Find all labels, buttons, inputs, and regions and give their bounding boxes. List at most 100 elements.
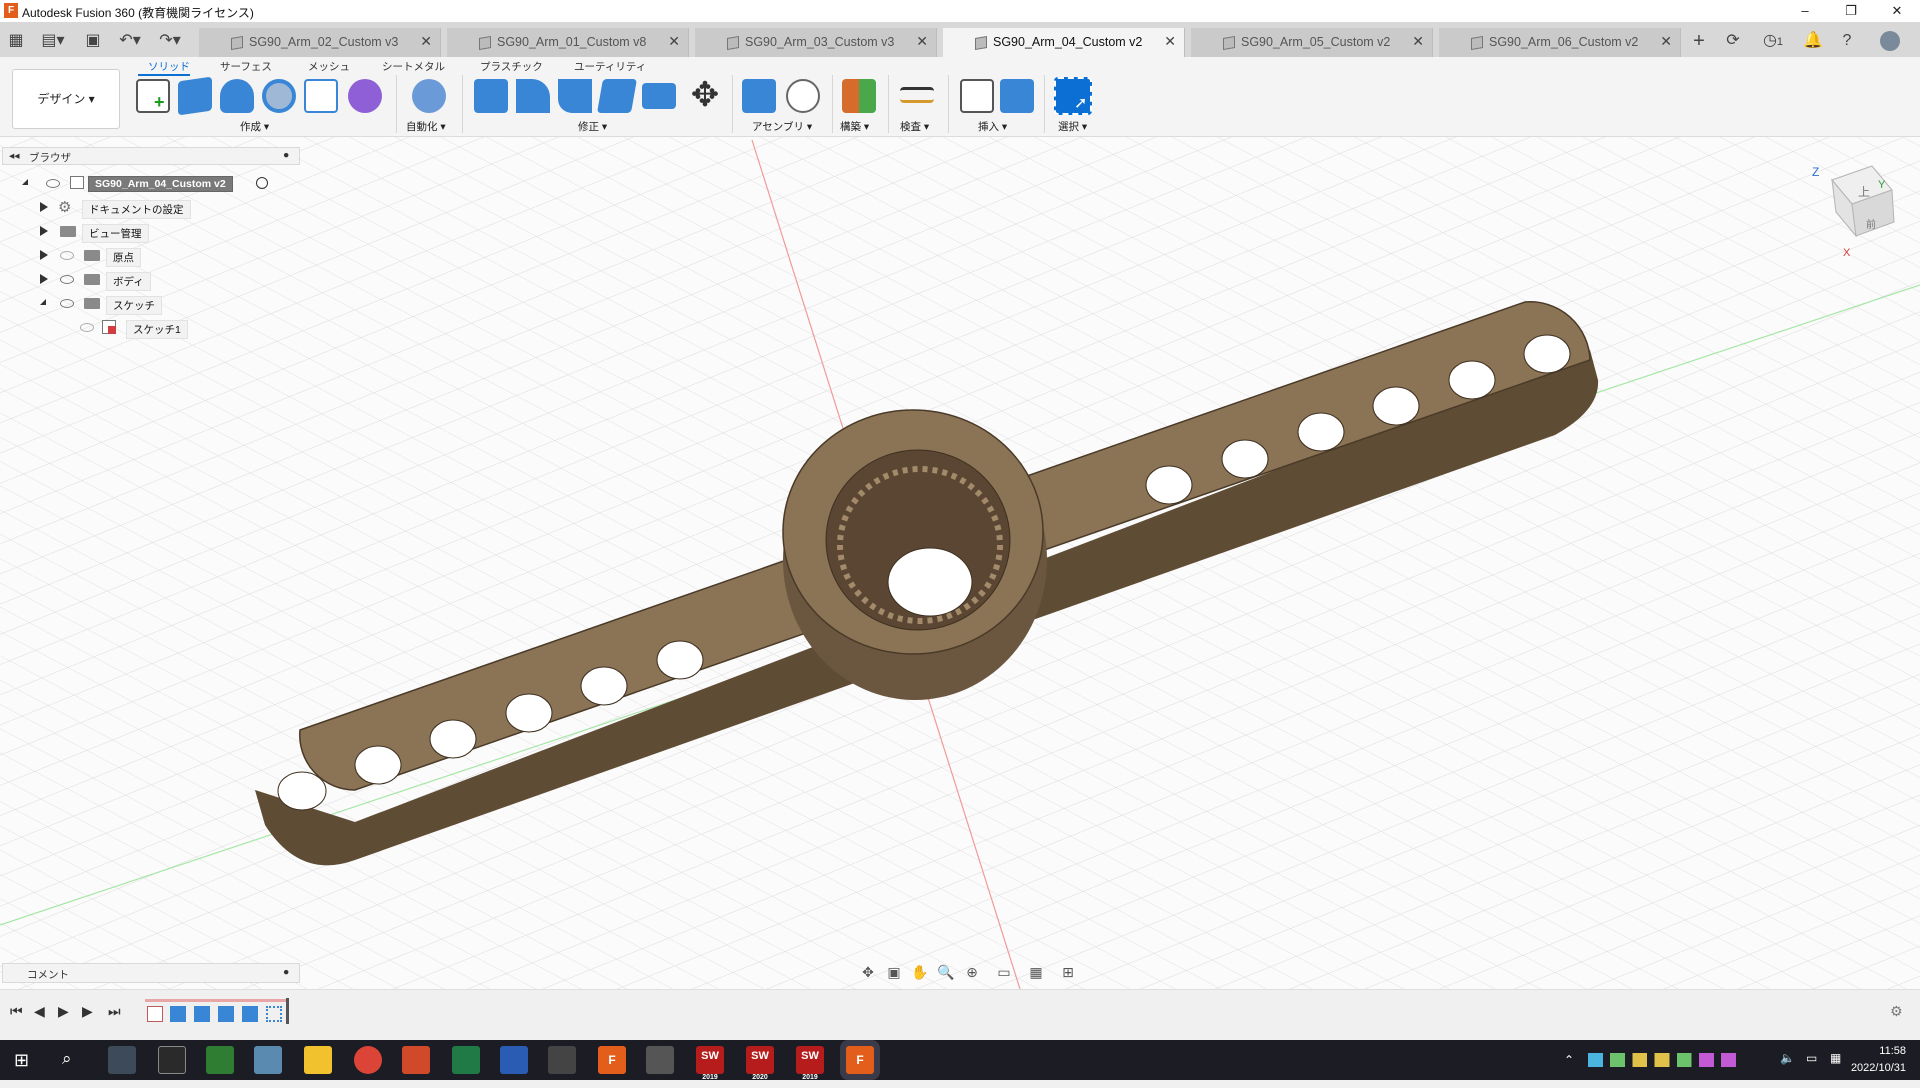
inspect-group-label[interactable]: 検査 ▾ bbox=[900, 119, 929, 134]
volume-icon[interactable]: 🔈 bbox=[1780, 1051, 1795, 1065]
automate-group-label[interactable]: 自動化 ▾ bbox=[406, 119, 446, 134]
tab-close-icon[interactable]: ✕ bbox=[1660, 33, 1672, 50]
app-icon[interactable] bbox=[254, 1046, 282, 1074]
insert-image-icon[interactable] bbox=[1000, 79, 1034, 113]
notification-bell-icon[interactable]: 🔔 bbox=[1802, 30, 1824, 52]
activate-radio-icon[interactable] bbox=[256, 177, 268, 189]
play-icon[interactable]: ▶ bbox=[58, 1003, 69, 1020]
timeline-extrude-icon[interactable] bbox=[194, 1006, 210, 1022]
visibility-eye-icon[interactable] bbox=[60, 275, 74, 284]
hole-icon[interactable] bbox=[262, 79, 296, 113]
fillet-icon[interactable] bbox=[516, 79, 550, 113]
collapsed-triangle-icon[interactable] bbox=[40, 202, 48, 212]
grid-settings-icon[interactable]: ▦ bbox=[1026, 964, 1046, 982]
timeline-extrude-icon[interactable] bbox=[170, 1006, 186, 1022]
new-tab-button[interactable]: + bbox=[1688, 30, 1710, 52]
create-group-label[interactable]: 作成 ▾ bbox=[240, 119, 269, 134]
timeline-extrude-icon[interactable] bbox=[242, 1006, 258, 1022]
tray-icons[interactable] bbox=[1588, 1053, 1736, 1067]
form-icon[interactable] bbox=[348, 79, 382, 113]
step-back-icon[interactable]: ◀ bbox=[34, 1003, 45, 1020]
file-menu-icon[interactable]: ▤▾ bbox=[38, 30, 68, 52]
redo-icon[interactable]: ↷▾ bbox=[155, 30, 185, 52]
tab-close-icon[interactable]: ✕ bbox=[420, 33, 432, 50]
collapsed-triangle-icon[interactable] bbox=[40, 226, 48, 236]
visibility-eye-icon[interactable] bbox=[46, 179, 60, 188]
ribbon-tab-utility[interactable]: ユーティリティ bbox=[574, 59, 646, 74]
new-component-icon[interactable] bbox=[742, 79, 776, 113]
timeline-pattern-icon[interactable] bbox=[266, 1006, 282, 1022]
powerpoint-icon[interactable] bbox=[402, 1046, 430, 1074]
tab-document[interactable]: SG90_Arm_02_Custom v3 ✕ bbox=[199, 28, 441, 57]
create-sketch-icon[interactable]: + bbox=[136, 79, 170, 113]
sync-icon[interactable]: ⟳ bbox=[1722, 30, 1744, 52]
browser-node-sketches[interactable]: スケッチ bbox=[36, 293, 236, 315]
collapsed-triangle-icon[interactable] bbox=[40, 274, 48, 284]
chamfer-icon[interactable] bbox=[558, 79, 592, 113]
pattern-icon[interactable] bbox=[304, 79, 338, 113]
move-icon[interactable]: ✥ bbox=[688, 78, 722, 113]
solidworks-2019-icon[interactable]: SW 2019 bbox=[796, 1046, 824, 1081]
windows-start-icon[interactable]: ⊞ bbox=[14, 1050, 29, 1071]
construct-group-label[interactable]: 構築 ▾ bbox=[840, 119, 869, 134]
user-avatar[interactable] bbox=[1880, 31, 1900, 51]
browser-node-document-settings[interactable]: ⚙ ドキュメントの設定 bbox=[36, 197, 236, 219]
workspace-dropdown[interactable]: デザイン ▾ bbox=[12, 69, 120, 129]
network-icon[interactable]: ▭ bbox=[1806, 1051, 1817, 1065]
fusion360-active-icon[interactable]: F bbox=[846, 1046, 874, 1074]
comment-add-icon[interactable]: ● bbox=[283, 966, 289, 978]
excel-icon[interactable] bbox=[452, 1046, 480, 1074]
browser-node-bodies[interactable]: ボディ bbox=[36, 269, 236, 291]
restore-button[interactable]: ❐ bbox=[1828, 0, 1874, 22]
ribbon-tab-solid[interactable]: ソリッド bbox=[148, 59, 190, 74]
combine-icon[interactable] bbox=[642, 83, 676, 109]
collapsed-triangle-icon[interactable] bbox=[40, 250, 48, 260]
extrude-icon[interactable] bbox=[178, 76, 212, 116]
select-group-label[interactable]: 選択 ▾ bbox=[1058, 119, 1087, 134]
3d-viewport[interactable]: 上 前 Z Y X bbox=[0, 137, 1920, 989]
insert-group-label[interactable]: 挿入 ▾ bbox=[978, 119, 1007, 134]
terminal-icon[interactable] bbox=[158, 1046, 186, 1074]
timeline-settings-gear-icon[interactable]: ⚙ bbox=[1890, 1003, 1903, 1020]
notepad-icon[interactable] bbox=[206, 1046, 234, 1074]
word-icon[interactable] bbox=[500, 1046, 528, 1074]
tab-document[interactable]: SG90_Arm_06_Custom v2 ✕ bbox=[1439, 28, 1681, 57]
browser-node-named-views[interactable]: ビュー管理 bbox=[36, 221, 236, 243]
look-at-icon[interactable]: ▣ bbox=[884, 964, 904, 982]
solidworks-2020-icon[interactable]: SW 2020 bbox=[746, 1046, 774, 1081]
joint-icon[interactable] bbox=[786, 79, 820, 113]
timeline-marker[interactable] bbox=[286, 998, 289, 1024]
file-explorer-icon[interactable] bbox=[304, 1046, 332, 1074]
automate-icon[interactable] bbox=[412, 79, 446, 113]
press-pull-icon[interactable] bbox=[474, 79, 508, 113]
viewport-canvas[interactable]: 上 前 Z Y X bbox=[0, 137, 1920, 989]
expanded-triangle-icon[interactable] bbox=[40, 299, 46, 305]
chrome-icon[interactable] bbox=[354, 1046, 382, 1074]
browser-node-origin[interactable]: 原点 bbox=[36, 245, 236, 267]
visibility-eye-icon[interactable] bbox=[60, 299, 74, 308]
hidden-eye-icon[interactable] bbox=[60, 251, 74, 260]
go-to-start-icon[interactable]: ⏮ bbox=[10, 1003, 23, 1020]
browser-pin-icon[interactable]: ● bbox=[283, 149, 289, 161]
ribbon-tab-mesh[interactable]: メッシュ bbox=[308, 59, 350, 74]
ribbon-tab-plastic[interactable]: プラスチック bbox=[480, 59, 543, 74]
tab-close-icon[interactable]: ✕ bbox=[1164, 33, 1176, 50]
tab-document[interactable]: SG90_Arm_01_Custom v8 ✕ bbox=[447, 28, 689, 57]
tab-close-icon[interactable]: ✕ bbox=[668, 33, 680, 50]
browser-node-sketch1[interactable]: スケッチ1 bbox=[76, 317, 236, 339]
input-method-icon[interactable]: ▦ bbox=[1830, 1051, 1841, 1065]
revolve-icon[interactable] bbox=[220, 79, 254, 113]
orbit-icon[interactable]: ✥ bbox=[858, 964, 878, 982]
app-icon[interactable] bbox=[646, 1046, 674, 1074]
offset-plane-icon[interactable] bbox=[842, 79, 876, 113]
insert-derive-icon[interactable] bbox=[960, 79, 994, 113]
taskbar-clock[interactable]: 11:58 2022/10/31 bbox=[1851, 1043, 1906, 1077]
tab-close-icon[interactable]: ✕ bbox=[916, 33, 928, 50]
search-icon[interactable]: ⌕ bbox=[62, 1049, 72, 1069]
browser-root-node[interactable]: SG90_Arm_04_Custom v2 bbox=[18, 173, 278, 193]
modify-group-label[interactable]: 修正 ▾ bbox=[578, 119, 607, 134]
timeline-sketch-icon[interactable] bbox=[147, 1006, 163, 1022]
root-component-label[interactable]: SG90_Arm_04_Custom v2 bbox=[88, 176, 233, 192]
tab-document[interactable]: SG90_Arm_03_Custom v3 ✕ bbox=[695, 28, 937, 57]
fusion360-icon[interactable]: F bbox=[598, 1046, 626, 1074]
